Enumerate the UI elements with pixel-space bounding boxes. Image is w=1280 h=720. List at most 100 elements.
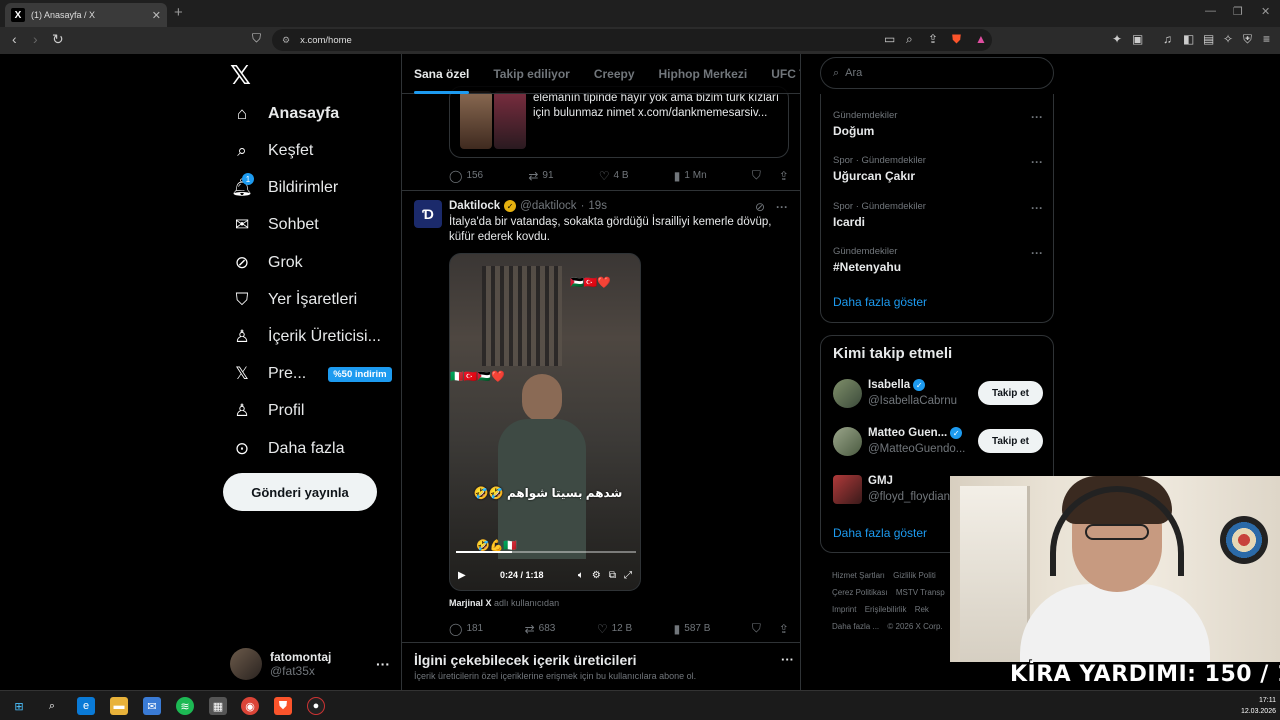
- nav-messages[interactable]: ✉ Sohbet: [232, 210, 319, 240]
- reply-button[interactable]: ◯ 181: [449, 622, 483, 636]
- trend-item[interactable]: Spor · Gündemdekiler Icardi ···: [833, 201, 1043, 229]
- nav-bookmarks[interactable]: ⛉ Yer İşaretleri: [232, 285, 358, 315]
- more-dots-icon[interactable]: ···: [1031, 110, 1043, 124]
- spotify-icon[interactable]: ≋: [176, 697, 194, 715]
- post-author-name[interactable]: Daktilock: [449, 200, 500, 212]
- more-dots-icon[interactable]: ···: [776, 200, 788, 214]
- sidebar-toggle-icon[interactable]: ◧: [1183, 32, 1194, 46]
- tab-close-icon[interactable]: ✕: [152, 9, 161, 22]
- more-dots-icon[interactable]: ···: [781, 652, 794, 667]
- nav-grok[interactable]: ⊘ Grok: [232, 248, 303, 278]
- new-tab-icon[interactable]: +: [174, 4, 183, 21]
- footer-link[interactable]: Daha fazla ...: [832, 622, 879, 631]
- video-player[interactable]: 🇵🇸🇹🇷❤️ 🇮🇹🇹🇷🇵🇸❤️ 🤣🤣 شدهم بسيتا شواهم 🤣💪🇮🇹…: [449, 253, 641, 591]
- calculator-icon[interactable]: ▦: [209, 697, 227, 715]
- close-window-icon[interactable]: ✕: [1261, 5, 1270, 18]
- footer-link[interactable]: Hizmet Şartları: [832, 571, 885, 580]
- footer-link[interactable]: Erişilebilirlik: [865, 605, 907, 614]
- search-icon[interactable]: ⌕: [43, 697, 61, 715]
- nav-explore[interactable]: ⌕ Keşfet: [232, 136, 313, 166]
- brave-icon[interactable]: ⛊: [274, 697, 292, 715]
- search-box[interactable]: ⌕: [820, 57, 1054, 89]
- leo-icon[interactable]: ✧: [1223, 32, 1233, 46]
- like-button[interactable]: ♡ 12 B: [597, 622, 632, 636]
- tab-creepy[interactable]: Creepy: [594, 67, 635, 81]
- footer-link[interactable]: MSTV Transp: [896, 588, 945, 597]
- nav-creator-studio[interactable]: ♙ İçerik Üreticisi...: [232, 322, 381, 352]
- x-logo-icon[interactable]: 𝕏: [230, 60, 251, 91]
- more-dots-icon[interactable]: ···: [1031, 246, 1043, 260]
- nav-profile[interactable]: ♙ Profil: [232, 396, 304, 426]
- taskbar-clock[interactable]: 17:11 12.03.2026: [1241, 695, 1276, 717]
- repost-button[interactable]: ⇄ 91: [528, 169, 553, 183]
- brave-rewards-icon[interactable]: ▲: [975, 32, 987, 46]
- obs-icon[interactable]: ●: [307, 697, 325, 715]
- attribution-name[interactable]: Marjinal X: [449, 598, 492, 608]
- nav-premium[interactable]: 𝕏 Pre... %50 indirim: [232, 359, 392, 389]
- nav-notifications[interactable]: 🔔︎ 1 Bildirimler: [231, 173, 338, 203]
- share-icon[interactable]: ⇪: [779, 622, 789, 636]
- video-progress-bar[interactable]: [456, 551, 636, 553]
- more-dots-icon[interactable]: ···: [1031, 201, 1043, 215]
- post-button[interactable]: Gönderi yayınla: [223, 473, 377, 511]
- follow-button[interactable]: Takip et: [978, 429, 1043, 453]
- grok-icon[interactable]: ⊘: [755, 200, 765, 214]
- site-info-icon[interactable]: ⚙: [282, 35, 290, 46]
- bookmark-icon[interactable]: ⛉: [752, 168, 761, 183]
- trend-item[interactable]: Spor · Gündemdekiler Uğurcan Çakır ···: [833, 155, 1043, 183]
- views-button[interactable]: ▮ 587 B: [674, 622, 711, 636]
- follow-suggestion[interactable]: Matteo Guen... ✓ @MatteoGuendo... Takip e…: [833, 427, 1043, 459]
- avatar[interactable]: Ɗ: [414, 200, 442, 228]
- pip-icon[interactable]: ⧉: [609, 570, 616, 581]
- settings-icon[interactable]: ⚙: [592, 570, 601, 581]
- restore-icon[interactable]: ❐: [1233, 5, 1243, 18]
- reply-button[interactable]: ◯ 156: [449, 169, 483, 183]
- chrome-icon[interactable]: ◉: [241, 697, 259, 715]
- repost-button[interactable]: ⇄ 683: [525, 622, 556, 636]
- tab-ufc-tr[interactable]: UFC TR: [771, 67, 800, 81]
- bookmark-page-icon[interactable]: ⛉: [252, 31, 261, 46]
- bookmark-icon[interactable]: ⛉: [752, 621, 761, 636]
- follow-button[interactable]: Takip et: [978, 381, 1043, 405]
- tab-for-you[interactable]: Sana özel: [414, 67, 470, 94]
- file-explorer-icon[interactable]: ▬: [110, 697, 128, 715]
- vpn-icon[interactable]: ⛨: [1243, 32, 1252, 47]
- more-dots-icon[interactable]: ···: [1031, 155, 1043, 169]
- windows-start-icon[interactable]: ⊞: [10, 697, 28, 715]
- fullscreen-icon[interactable]: ⤢: [624, 570, 632, 581]
- back-icon[interactable]: ‹: [12, 31, 17, 47]
- forward-icon[interactable]: ›: [33, 31, 38, 47]
- zoom-icon[interactable]: ⌕: [906, 32, 913, 47]
- footer-link[interactable]: Gizlilik Politi: [893, 571, 936, 580]
- more-dots-icon[interactable]: ···: [376, 656, 390, 672]
- post-author-handle[interactable]: @daktilock: [520, 200, 576, 212]
- quoted-post[interactable]: elemanın tipinde hayır yok ama bizim tür…: [449, 86, 789, 158]
- search-input[interactable]: [845, 67, 1036, 79]
- footer-link[interactable]: Çerez Politikası: [832, 588, 888, 597]
- trend-item[interactable]: Gündemdekiler #Netenyahu ···: [833, 246, 1043, 274]
- views-button[interactable]: ▮ 1 Mn: [674, 169, 707, 183]
- play-icon[interactable]: ▶: [458, 570, 466, 581]
- footer-link[interactable]: Imprint: [832, 605, 856, 614]
- share-icon[interactable]: ⇪: [779, 169, 789, 183]
- edge-icon[interactable]: e: [77, 697, 95, 715]
- post-time[interactable]: 19s: [588, 200, 607, 212]
- volume-icon[interactable]: 🔈︎: [578, 570, 584, 581]
- tab-following[interactable]: Takip ediliyor: [493, 67, 569, 81]
- extensions-icon[interactable]: ✦: [1112, 32, 1122, 46]
- mail-app-icon[interactable]: ✉: [143, 697, 161, 715]
- like-button[interactable]: ♡ 4 B: [599, 169, 629, 183]
- follow-show-more-link[interactable]: Daha fazla göster: [833, 526, 927, 540]
- brave-shield-icon[interactable]: ⛊: [952, 32, 961, 47]
- tab-search-icon[interactable]: ▣: [1132, 32, 1143, 46]
- menu-icon[interactable]: ≡: [1263, 32, 1270, 46]
- media-icon[interactable]: ♫: [1163, 32, 1172, 46]
- follow-suggestion[interactable]: Isabella ✓ @IsabellaCabrnu Takip et: [833, 379, 1043, 411]
- wallet-icon[interactable]: ▤: [1203, 32, 1214, 46]
- trend-item[interactable]: Gündemdekiler Doğum ···: [833, 110, 1043, 138]
- footer-link[interactable]: Rek: [915, 605, 929, 614]
- cast-icon[interactable]: ▭: [884, 32, 895, 46]
- share-icon[interactable]: ⇪: [928, 32, 938, 46]
- trends-show-more-link[interactable]: Daha fazla göster: [833, 295, 927, 309]
- nav-more[interactable]: ⊙ Daha fazla: [232, 434, 345, 464]
